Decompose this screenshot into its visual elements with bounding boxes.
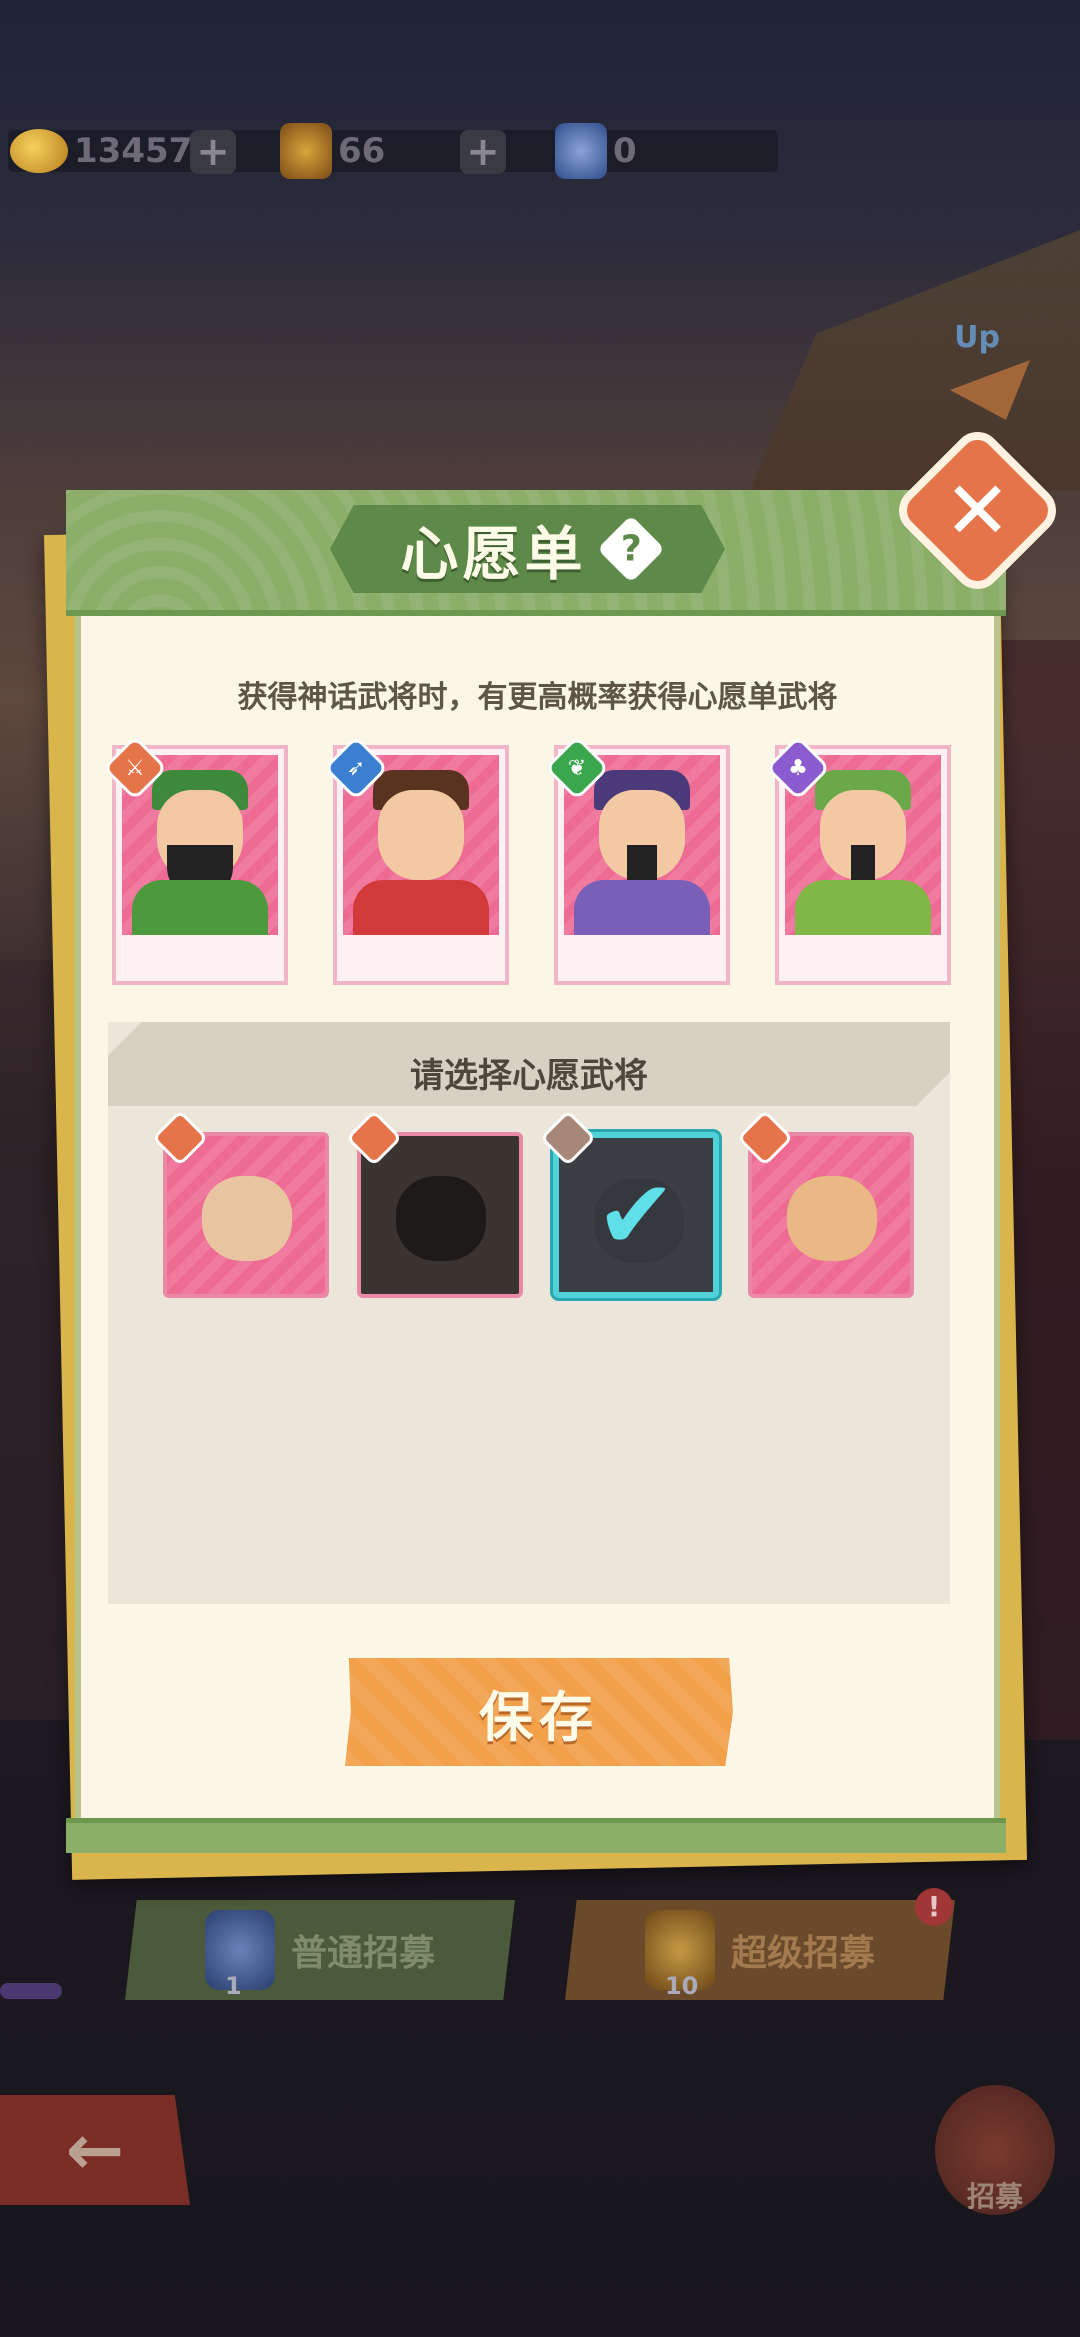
blue-token-resource: 0 xyxy=(555,123,637,179)
add-gold-button[interactable]: + xyxy=(190,130,236,174)
hero-armor xyxy=(353,880,489,935)
gold-amount: 13457 xyxy=(74,131,193,171)
hero-option-3-selected[interactable]: ✔ xyxy=(553,1132,719,1298)
general-token-resource: 66 xyxy=(280,123,386,179)
recruit-tab[interactable]: 招募 xyxy=(935,2085,1055,2215)
close-icon: ✕ xyxy=(943,464,1012,557)
general-token-icon xyxy=(280,123,332,179)
back-button[interactable]: ← xyxy=(0,2095,190,2205)
question-icon: ? xyxy=(620,527,641,569)
dialog-footer xyxy=(66,1818,1006,1853)
recruit-tab-label: 招募 xyxy=(966,2180,1023,2213)
hero-armor xyxy=(132,880,268,935)
super-recruit-count: 10 xyxy=(664,1972,699,2000)
blue-token-icon xyxy=(555,123,607,179)
hero-face xyxy=(378,790,464,880)
gold-resource: 13457 xyxy=(10,128,192,174)
save-button[interactable]: 保存 xyxy=(345,1658,733,1766)
hero-select-panel xyxy=(108,1022,950,1604)
super-recruit-button[interactable]: 10 超级招募 xyxy=(565,1900,955,2000)
alert-badge: ! xyxy=(915,1888,953,1926)
add-token-button[interactable]: + xyxy=(460,130,506,174)
super-recruit-label: 超级招募 xyxy=(730,1933,875,1974)
hero-face xyxy=(202,1176,292,1261)
normal-recruit-label: 普通招募 xyxy=(290,1933,435,1974)
help-button[interactable]: ? xyxy=(596,515,665,583)
checkmark-icon: ✔ xyxy=(559,1138,713,1292)
up-label: Up xyxy=(954,320,1000,355)
dialog-title: 心愿单 xyxy=(400,520,587,588)
hero-robe xyxy=(574,880,710,935)
progress-strip xyxy=(0,1983,62,1999)
gold-ingot-icon xyxy=(10,129,68,173)
back-arrow-icon: ← xyxy=(65,2109,125,2191)
super-ticket-icon: 10 xyxy=(644,1910,715,2000)
wishlist-description: 获得神话武将时，有更高概率获得心愿单武将 xyxy=(237,680,838,715)
normal-recruit-button[interactable]: 1 普通招募 xyxy=(125,1900,515,2000)
select-panel-title: 请选择心愿武将 xyxy=(410,1056,648,1096)
hero-face xyxy=(787,1176,877,1261)
general-token-amount: 66 xyxy=(338,131,386,171)
hero-robe xyxy=(795,880,931,935)
blue-token-amount: 0 xyxy=(613,131,637,171)
title-ribbon: 心愿单 ? xyxy=(330,505,725,593)
normal-ticket-icon: 1 xyxy=(204,1910,275,2000)
hero-face xyxy=(396,1176,486,1261)
normal-recruit-count: 1 xyxy=(224,1972,242,2000)
